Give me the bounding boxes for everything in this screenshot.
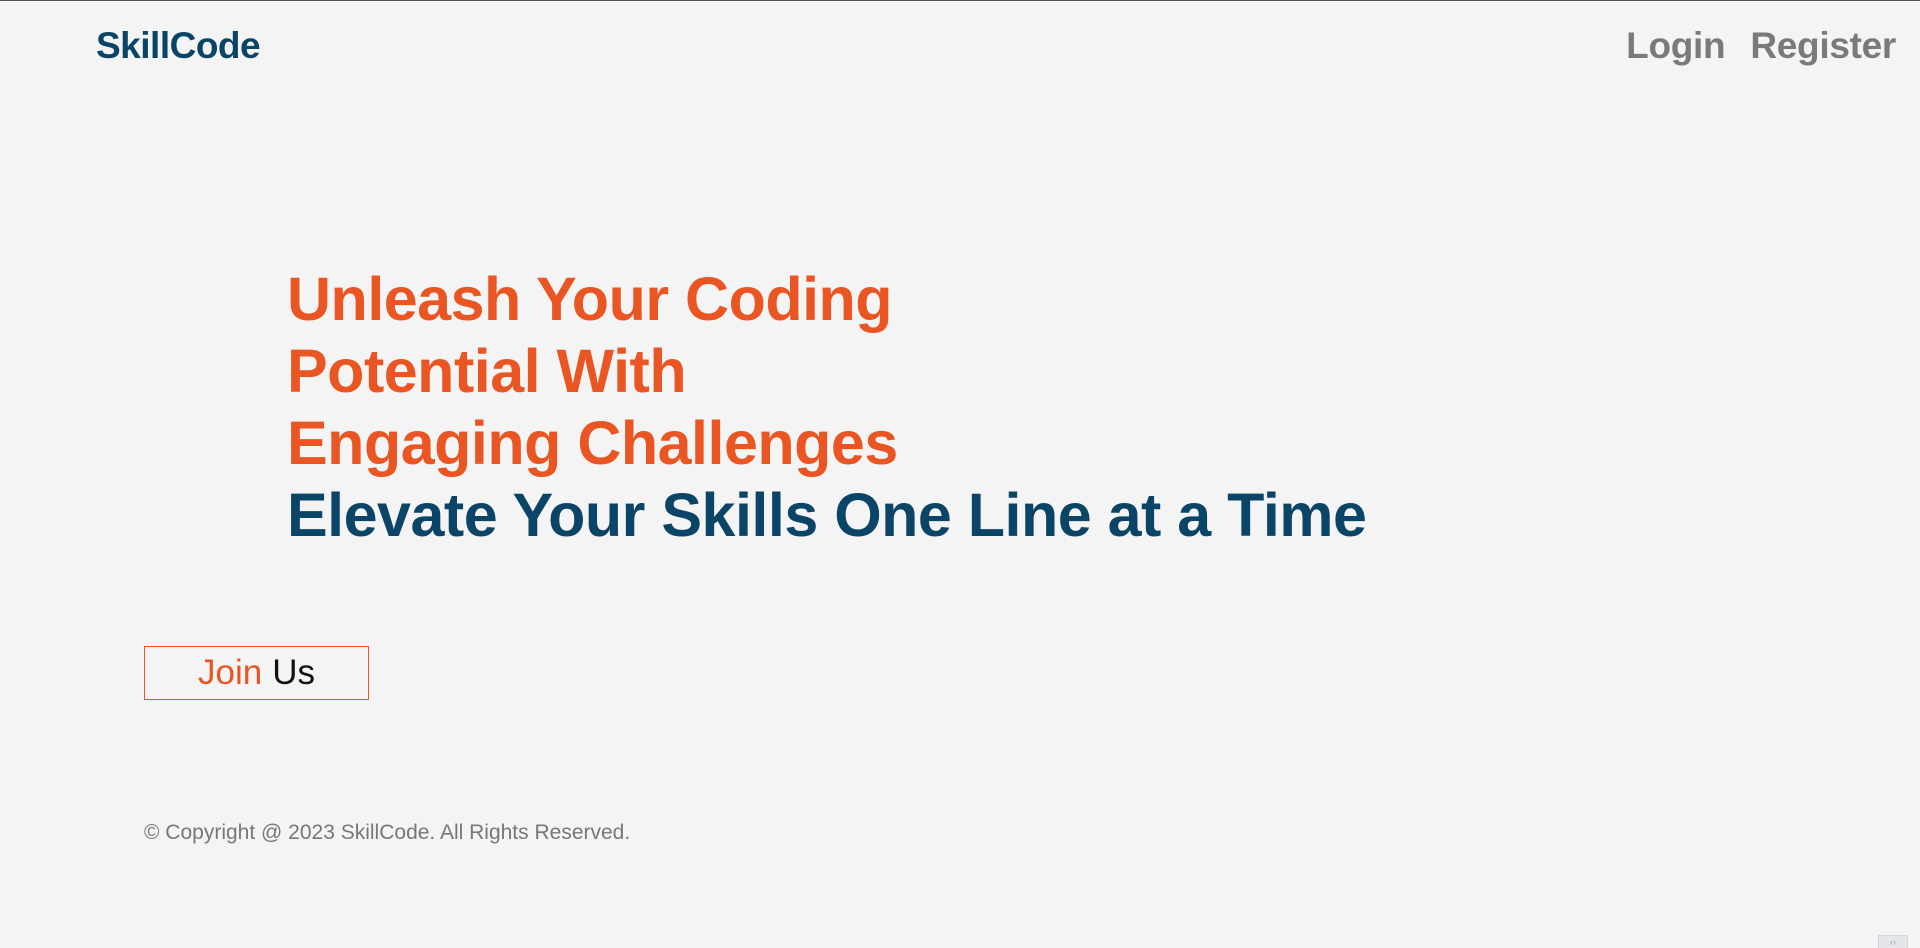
join-us-button[interactable]: Join Us — [144, 646, 369, 700]
hero-line-2: Potential With — [287, 337, 687, 405]
brand-logo[interactable]: SkillCode — [96, 25, 261, 67]
top-nav: Login Register — [1626, 25, 1896, 67]
us-label: Us — [272, 653, 315, 692]
hero-line-3: Engaging Challenges — [287, 409, 898, 477]
hero-heading: Unleash Your Coding Potential With Engag… — [287, 263, 1367, 551]
register-link[interactable]: Register — [1750, 25, 1896, 67]
hero-subtitle: Elevate Your Skills One Line at a Time — [287, 481, 1367, 549]
join-label: Join — [198, 653, 263, 692]
login-link[interactable]: Login — [1626, 25, 1725, 67]
collapse-icon[interactable]: ‹› — [1878, 935, 1908, 948]
copyright-text: © Copyright @ 2023 SkillCode. All Rights… — [144, 821, 631, 844]
hero-line-1: Unleash Your Coding — [287, 265, 893, 333]
